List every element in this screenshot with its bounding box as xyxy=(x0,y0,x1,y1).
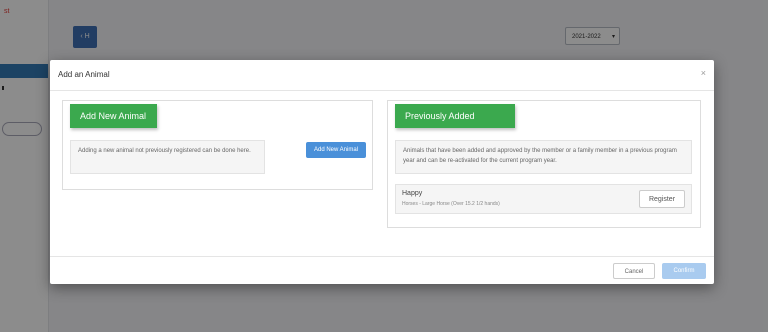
close-icon[interactable]: × xyxy=(701,68,706,78)
previously-added-animals-panel: Previously Added Animals Animals that ha… xyxy=(387,100,701,228)
previously-added-heading: Previously Added Animals xyxy=(395,104,515,145)
add-new-animal-description: Adding a new animal not previously regis… xyxy=(70,140,265,174)
modal-header: Add an Animal × xyxy=(50,60,714,91)
modal-title: Add an Animal xyxy=(58,70,110,79)
previously-added-description: Animals that have been added and approve… xyxy=(395,140,692,174)
add-animal-modal: Add an Animal × Add New Animal Adding a … xyxy=(50,60,714,284)
confirm-button[interactable]: Confirm xyxy=(662,263,706,279)
add-new-animal-button[interactable]: Add New Animal xyxy=(306,142,366,158)
animal-description: Horses - Large Horse (Over 15.2 1/2 hand… xyxy=(402,201,500,207)
cancel-button[interactable]: Cancel xyxy=(613,263,655,279)
add-new-animal-heading: Add New Animal xyxy=(70,104,157,128)
animal-name: Happy xyxy=(402,190,423,197)
list-item: Happy Horses - Large Horse (Over 15.2 1/… xyxy=(395,184,692,214)
modal-footer: Cancel Confirm xyxy=(50,256,714,285)
register-button[interactable]: Register xyxy=(639,190,685,208)
add-new-animal-panel: Add New Animal Adding a new animal not p… xyxy=(62,100,373,190)
